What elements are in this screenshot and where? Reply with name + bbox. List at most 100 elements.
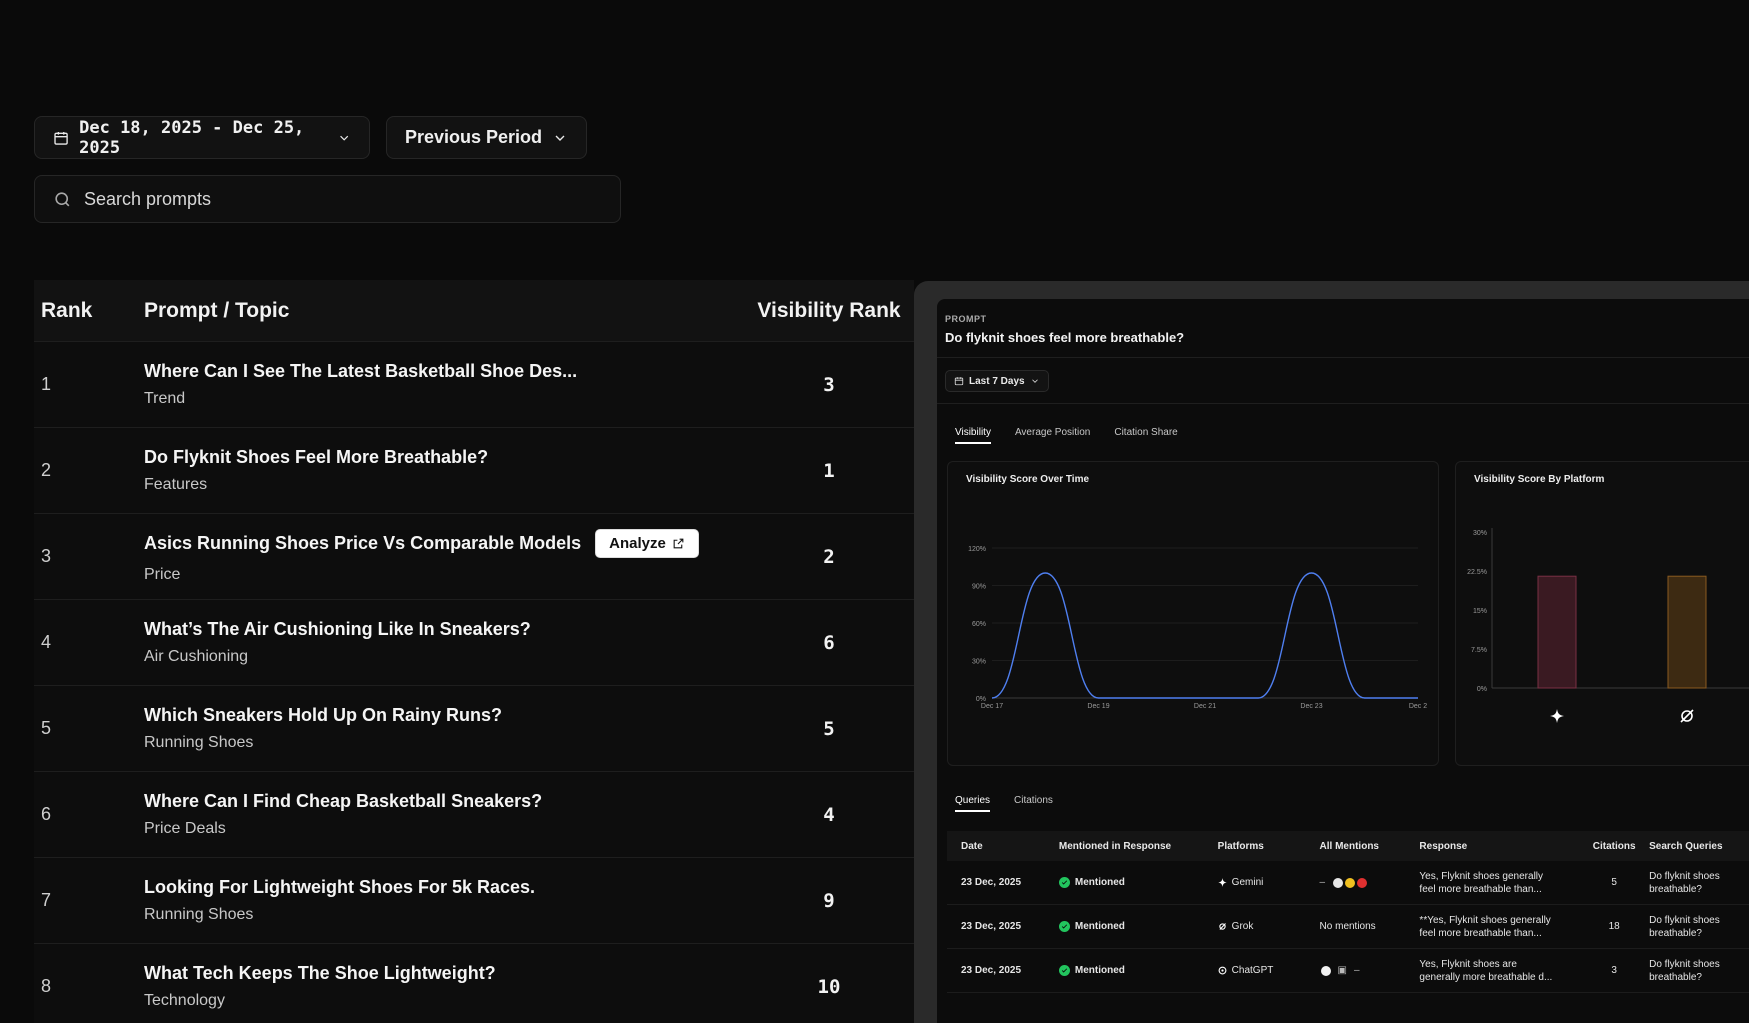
table-row[interactable]: 7 Looking For Lightweight Shoes For 5k Ra… (34, 858, 914, 944)
platform-cell: Gemini (1217, 877, 1320, 888)
prompt-line: Where Can I Find Cheap Basketball Sneake… (144, 791, 744, 812)
tab-visibility[interactable]: Visibility (955, 427, 991, 444)
prompt-cell: What’s The Air Cushioning Like In Sneake… (144, 619, 744, 666)
search-query-line: breathable? (1649, 971, 1702, 983)
visibility-rank-cell: 6 (823, 631, 835, 654)
rank-cell: 5 (41, 718, 52, 738)
citations-count: 18 (1608, 921, 1620, 932)
table-body: 1 Where Can I See The Latest Basketball S… (34, 342, 914, 1023)
query-row[interactable]: 23 Dec, 2025 Mentioned Gemini – Yes, Flyknit… (947, 861, 1749, 905)
date-range-picker[interactable]: Dec 18, 2025 - Dec 25, 2025 (34, 116, 370, 159)
tab-citation-share[interactable]: Citation Share (1114, 427, 1177, 444)
citations-count: 3 (1611, 965, 1617, 976)
rank-cell: 2 (41, 460, 52, 480)
platform-name: Gemini (1231, 877, 1264, 888)
prompt-header[interactable]: Prompt / Topic (144, 299, 744, 323)
compare-period-dropdown[interactable]: Previous Period (386, 116, 588, 159)
prompt-title[interactable]: Where Can I Find Cheap Basketball Sneake… (144, 791, 542, 812)
topic-label: Price Deals (144, 820, 226, 837)
response-cell: Yes, Flyknit shoes are generally more bre… (1419, 958, 1579, 984)
chevron-down-icon (1031, 379, 1038, 383)
prompt-cell: Asics Running Shoes Price Vs Comparable … (144, 529, 744, 584)
table-row[interactable]: 8 What Tech Keeps The Shoe Lightweight? Te… (34, 944, 914, 1023)
divider (937, 403, 1749, 404)
search-query-line: Do flyknit shoes (1649, 870, 1720, 882)
col-all-mentions: All Mentions (1319, 840, 1379, 852)
prompt-line: Looking For Lightweight Shoes For 5k Rac… (144, 877, 744, 898)
prompt-line: Where Can I See The Latest Basketball Sh… (144, 361, 744, 382)
rank-cell: 8 (41, 976, 52, 996)
y-tick-label: 30% (972, 659, 986, 666)
platform-cell: Grok (1218, 921, 1320, 932)
rank-header[interactable]: Rank (34, 299, 144, 323)
brand-logo-icon (1356, 876, 1369, 889)
visibility-rank-cell: 5 (823, 717, 835, 740)
response-line: feel more breathable than... (1419, 927, 1542, 939)
mentioned-cell: Mentioned (1055, 921, 1218, 932)
platform-cell: ChatGPT (1218, 965, 1320, 976)
analyze-button[interactable]: Analyze (595, 529, 699, 558)
visibility-over-time-card: Visibility Score Over Time 0% 30% 60% 90% 12… (947, 461, 1439, 766)
tab-average-position[interactable]: Average Position (1015, 427, 1090, 444)
response-cell: Yes, Flyknit shoes generally feel more br… (1419, 870, 1579, 896)
col-citations: Citations (1592, 840, 1636, 852)
rank-cell: 3 (41, 546, 52, 566)
prompt-title[interactable]: Asics Running Shoes Price Vs Comparable … (144, 533, 581, 554)
prompt-line: What Tech Keeps The Shoe Lightweight? (144, 963, 744, 984)
all-mentions-cell: – (1320, 876, 1420, 889)
response-line: generally more breathable d... (1419, 971, 1553, 983)
compare-period-label: Previous Period (405, 127, 543, 147)
metric-tabs: Visibility Average Position Citation Sha… (955, 427, 1178, 444)
date-range-label: Dec 18, 2025 - Dec 25, 2025 (79, 117, 305, 158)
table-row[interactable]: 3 Asics Running Shoes Price Vs Comparable… (34, 514, 914, 600)
queries-table: Date Mentioned in Response Platforms All… (947, 831, 1749, 993)
queries-tabs: Queries Citations (955, 795, 1053, 812)
col-platforms: Platforms (1217, 840, 1264, 852)
table-row[interactable]: 2 Do Flyknit Shoes Feel More Breathable? F… (34, 428, 914, 514)
visibility-rank-cell: 10 (817, 975, 841, 998)
visibility-header[interactable]: Visibility Rank (744, 299, 914, 323)
x-tick-label: Dec 19 (1087, 703, 1109, 710)
prompt-line: Do Flyknit Shoes Feel More Breathable? (144, 447, 744, 468)
tab-queries[interactable]: Queries (955, 795, 991, 812)
table-row[interactable]: 6 Where Can I Find Cheap Basketball Sneak… (34, 772, 914, 858)
tab-citations[interactable]: Citations (1014, 795, 1053, 812)
search-query-cell: Do flyknit shoes breathable? (1649, 958, 1749, 984)
mentioned-cell: Mentioned (1055, 965, 1218, 976)
response-line: feel more breathable than... (1419, 883, 1542, 895)
rank-cell: 6 (41, 804, 52, 824)
prompt-title[interactable]: Do Flyknit Shoes Feel More Breathable? (144, 447, 488, 468)
external-link-icon (673, 538, 684, 549)
table-row[interactable]: 1 Where Can I See The Latest Basketball S… (34, 342, 914, 428)
search-query-line: breathable? (1649, 927, 1702, 939)
prompt-title[interactable]: Where Can I See The Latest Basketball Sh… (144, 361, 577, 382)
table-row[interactable]: 4 What’s The Air Cushioning Like In Sneak… (34, 600, 914, 686)
period-dropdown[interactable]: Last 7 Days (945, 370, 1049, 392)
visibility-line-chart: 0% 30% 60% 90% 120% Dec 17 Dec 19 Dec 21 Dec 23 D… (968, 546, 1427, 710)
mentioned-label: Mentioned (1074, 877, 1125, 888)
brand-logo-icon: ▣ (1337, 965, 1347, 976)
prompt-label: PROMPT (945, 314, 987, 324)
filter-toolbar: Dec 18, 2025 - Dec 25, 2025 Previous Per… (34, 116, 588, 159)
visibility-rank-cell: 4 (823, 803, 835, 826)
prompt-title[interactable]: What Tech Keeps The Shoe Lightweight? (144, 963, 496, 984)
prompt-title[interactable]: Looking For Lightweight Shoes For 5k Rac… (144, 877, 535, 898)
response-line: **Yes, Flyknit shoes generally (1419, 914, 1551, 926)
brand-logo-icon (1344, 876, 1357, 889)
search-box (34, 175, 621, 223)
period-label: Last 7 Days (969, 375, 1025, 387)
citations-count: 5 (1611, 877, 1617, 888)
search-query-cell: Do flyknit shoes breathable? (1649, 870, 1749, 896)
topic-label: Air Cushioning (144, 648, 249, 665)
search-input[interactable] (84, 188, 564, 210)
visibility-rank-cell: 3 (823, 373, 835, 396)
query-row[interactable]: 23 Dec, 2025 Mentioned Grok No mentions **Ye… (947, 905, 1749, 949)
table-row[interactable]: 5 Which Sneakers Hold Up On Rainy Runs? Ru… (34, 686, 914, 772)
all-mentions-cell: No mentions (1320, 921, 1420, 932)
prompt-title[interactable]: Which Sneakers Hold Up On Rainy Runs? (144, 705, 502, 726)
query-row[interactable]: 23 Dec, 2025 Mentioned ChatGPT ▣ – Yes, Flykn… (947, 949, 1749, 993)
table-header: Rank Prompt / Topic Visibility Rank (34, 280, 914, 342)
queries-body: 23 Dec, 2025 Mentioned Gemini – Yes, Flyknit… (947, 861, 1749, 993)
platform-name: Grok (1231, 921, 1254, 932)
prompt-title[interactable]: What’s The Air Cushioning Like In Sneake… (144, 619, 531, 640)
